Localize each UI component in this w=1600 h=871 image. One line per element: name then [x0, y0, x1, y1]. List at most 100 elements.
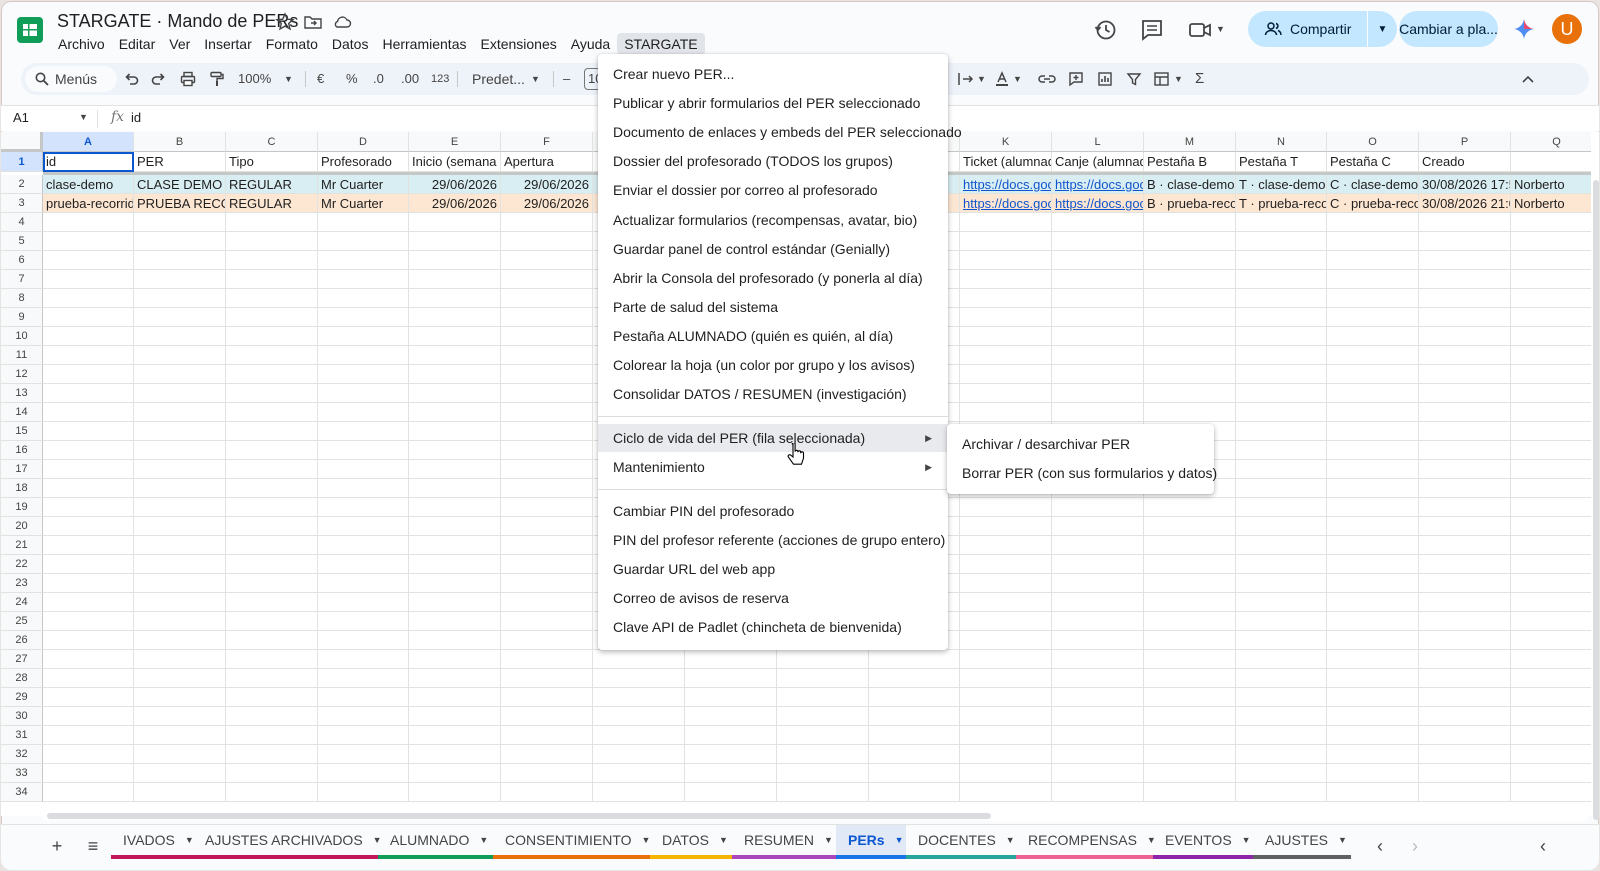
table-cell[interactable]	[1511, 536, 1591, 555]
table-cell[interactable]: 29/06/2026	[501, 194, 593, 213]
table-cell[interactable]	[1236, 764, 1327, 783]
table-cell[interactable]	[43, 669, 134, 688]
table-cell[interactable]	[318, 593, 409, 612]
sheet-tab-datos[interactable]: DATOS ▼	[650, 825, 732, 857]
table-cell[interactable]	[960, 707, 1052, 726]
collapse-toolbar-icon[interactable]	[1521, 71, 1535, 87]
table-cell[interactable]	[777, 669, 869, 688]
table-cell[interactable]	[134, 327, 226, 346]
row-header-30[interactable]: 30	[1, 707, 43, 726]
table-cell[interactable]	[501, 764, 593, 783]
table-cell[interactable]	[318, 422, 409, 441]
share-dropdown-icon[interactable]: ▼	[1368, 24, 1397, 35]
menu-stargate[interactable]: STARGATE	[617, 33, 705, 55]
table-cell[interactable]	[1236, 232, 1327, 251]
table-cell[interactable]	[1327, 251, 1419, 270]
avatar[interactable]: U	[1552, 14, 1582, 44]
table-cell[interactable]	[1052, 650, 1144, 669]
table-cell[interactable]	[43, 422, 134, 441]
table-cell[interactable]	[1419, 251, 1511, 270]
table-cell[interactable]	[1419, 669, 1511, 688]
meet-dropdown-icon[interactable]: ▼	[1216, 24, 1225, 34]
table-cell[interactable]	[1144, 593, 1236, 612]
table-cell[interactable]	[1236, 707, 1327, 726]
table-cell[interactable]	[134, 270, 226, 289]
sheet-tab-dropdown-icon[interactable]: ▼	[719, 835, 728, 845]
table-cell[interactable]	[1236, 612, 1327, 631]
filter-icon[interactable]	[1126, 71, 1142, 87]
table-cell[interactable]	[1052, 327, 1144, 346]
table-cell[interactable]	[134, 745, 226, 764]
header-cell[interactable]: Pestaña B	[1144, 152, 1236, 172]
table-cell[interactable]	[409, 422, 501, 441]
table-cell[interactable]	[1144, 213, 1236, 232]
table-cell[interactable]	[409, 460, 501, 479]
table-cell[interactable]	[1419, 783, 1511, 802]
table-cell[interactable]	[960, 631, 1052, 650]
undo-icon[interactable]	[123, 71, 139, 87]
table-cell[interactable]	[318, 764, 409, 783]
table-cell[interactable]	[960, 327, 1052, 346]
table-cell[interactable]	[1419, 498, 1511, 517]
row-header-4[interactable]: 4	[1, 213, 43, 232]
header-cell[interactable]: Ticket (alumnado	[960, 152, 1052, 172]
table-cell[interactable]	[1511, 612, 1591, 631]
table-cell[interactable]: B · clase-demo	[1144, 175, 1236, 194]
table-cell[interactable]	[409, 726, 501, 745]
table-cell[interactable]	[134, 764, 226, 783]
table-cell[interactable]	[1144, 783, 1236, 802]
table-cell[interactable]	[1144, 612, 1236, 631]
table-cell[interactable]	[501, 498, 593, 517]
table-cell[interactable]	[1052, 403, 1144, 422]
table-cell[interactable]	[318, 213, 409, 232]
table-cell[interactable]	[226, 346, 318, 365]
table-cell[interactable]	[134, 574, 226, 593]
table-cell[interactable]	[1511, 251, 1591, 270]
table-cell[interactable]	[1511, 365, 1591, 384]
table-cell[interactable]	[226, 574, 318, 593]
table-cell[interactable]	[134, 669, 226, 688]
table-cell[interactable]	[1327, 707, 1419, 726]
table-cell[interactable]	[318, 517, 409, 536]
table-cell[interactable]: CLASE DEMO	[134, 175, 226, 194]
table-cell[interactable]	[1052, 631, 1144, 650]
table-cell[interactable]	[43, 555, 134, 574]
table-cell[interactable]	[318, 270, 409, 289]
table-cell[interactable]	[1419, 726, 1511, 745]
sheet-tab-dropdown-icon[interactable]: ▼	[824, 835, 833, 845]
table-cell[interactable]	[1327, 688, 1419, 707]
row-header-13[interactable]: 13	[1, 384, 43, 403]
table-cell[interactable]	[685, 764, 777, 783]
percent-format-button[interactable]: %	[346, 71, 358, 87]
name-box-dropdown-icon[interactable]: ▼	[79, 112, 88, 122]
table-cell[interactable]: T · prueba-recor	[1236, 194, 1327, 213]
table-cell[interactable]	[409, 764, 501, 783]
table-cell[interactable]	[1419, 555, 1511, 574]
table-cell[interactable]	[318, 232, 409, 251]
table-cell[interactable]	[318, 612, 409, 631]
table-cell[interactable]	[226, 707, 318, 726]
table-cell[interactable]	[43, 232, 134, 251]
table-cell[interactable]	[685, 726, 777, 745]
table-cell[interactable]	[409, 612, 501, 631]
table-cell[interactable]	[43, 384, 134, 403]
table-cell[interactable]	[1236, 251, 1327, 270]
table-cell[interactable]	[226, 460, 318, 479]
sheet-tab-dropdown-icon[interactable]: ▼	[479, 835, 488, 845]
table-cell[interactable]: C · clase-demo	[1327, 175, 1419, 194]
column-header-m[interactable]: M	[1144, 132, 1236, 152]
table-cell[interactable]	[1144, 403, 1236, 422]
table-cell[interactable]	[501, 650, 593, 669]
table-cell[interactable]	[318, 688, 409, 707]
header-cell[interactable]: Pestaña T	[1236, 152, 1327, 172]
table-cell[interactable]	[43, 650, 134, 669]
table-cell[interactable]	[1144, 517, 1236, 536]
table-cell[interactable]	[1327, 213, 1419, 232]
table-cell[interactable]	[777, 707, 869, 726]
table-cell[interactable]	[869, 688, 960, 707]
table-cell[interactable]	[43, 631, 134, 650]
table-cell[interactable]	[226, 365, 318, 384]
increase-decimal-button[interactable]: .00	[401, 71, 419, 87]
table-cell[interactable]	[43, 726, 134, 745]
table-cell[interactable]	[501, 536, 593, 555]
